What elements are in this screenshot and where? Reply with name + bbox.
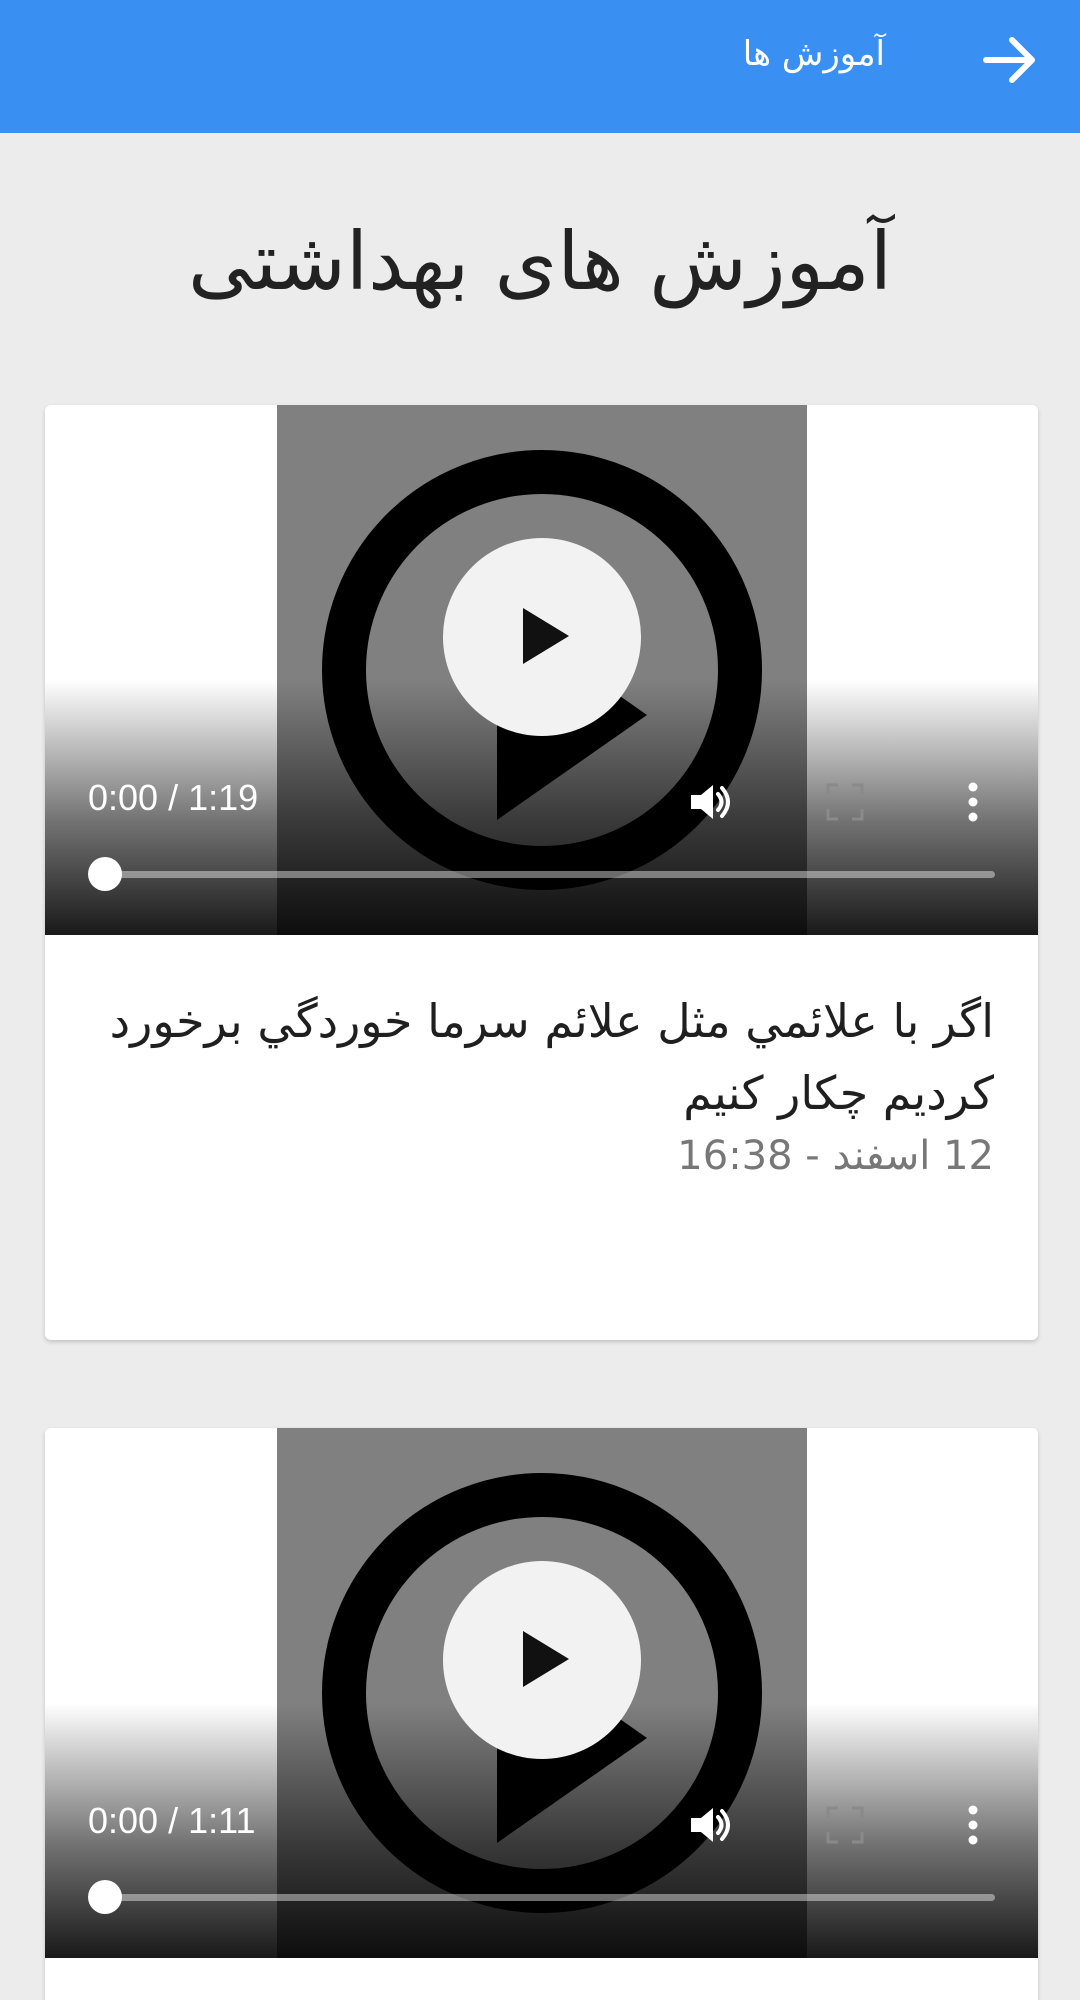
seek-bar[interactable] [105, 1894, 995, 1901]
app-bar: آموزش ها [0, 0, 1080, 133]
app-bar-title: آموزش ها [742, 34, 885, 74]
video-player[interactable]: 0:00 / 1:11 [45, 1428, 1038, 1958]
card-date: 12 اسفند - 16:38 [677, 1133, 994, 1179]
more-vertical-icon[interactable] [948, 777, 998, 827]
seek-bar[interactable] [105, 871, 995, 878]
video-card: 0:00 / 1:11 [45, 1428, 1038, 2000]
play-button[interactable] [443, 538, 641, 736]
page-title: آموزش های بهداشتی [188, 215, 892, 308]
video-player[interactable]: 0:00 / 1:19 [45, 405, 1038, 935]
volume-icon[interactable] [685, 1800, 735, 1850]
more-vertical-icon[interactable] [948, 1800, 998, 1850]
video-card: 0:00 / 1:19 اگر با علائمي مثل علائم سرما… [45, 405, 1038, 1340]
video-time: 0:00 / 1:11 [88, 1800, 256, 1841]
seek-thumb[interactable] [88, 857, 122, 891]
seek-thumb[interactable] [88, 1880, 122, 1914]
play-icon [523, 608, 569, 664]
card-title[interactable]: اگر با علائمي مثل علائم سرما خوردگي برخو… [85, 985, 994, 1129]
arrow-right-icon[interactable] [980, 30, 1040, 90]
volume-icon[interactable] [685, 777, 735, 827]
play-button[interactable] [443, 1561, 641, 1759]
fullscreen-icon[interactable] [820, 1800, 870, 1850]
fullscreen-icon[interactable] [820, 777, 870, 827]
play-icon [523, 1631, 569, 1687]
video-time: 0:00 / 1:19 [88, 777, 259, 818]
